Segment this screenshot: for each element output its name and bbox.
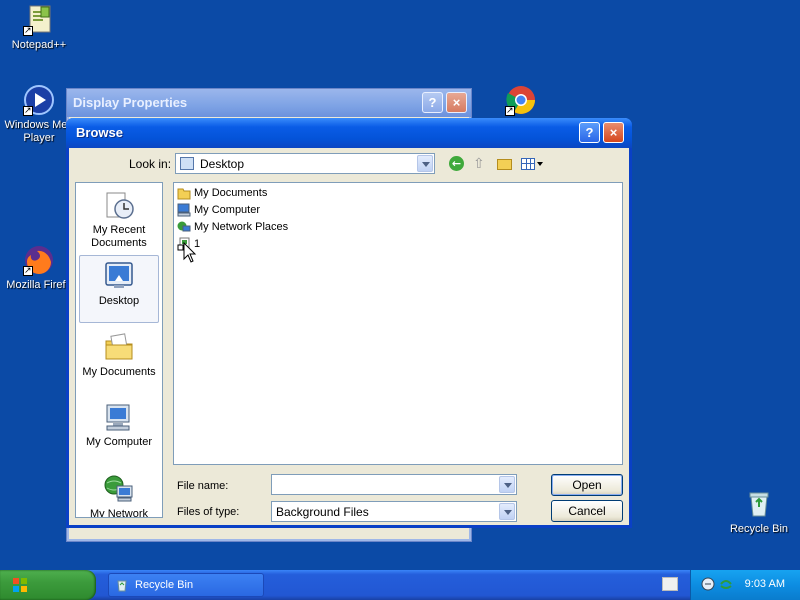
security-icon[interactable] [719, 577, 733, 591]
list-item[interactable]: My Documents [176, 185, 267, 201]
place-label: My Recent [92, 224, 146, 236]
close-button[interactable]: × [603, 122, 624, 143]
places-bar: My Recent Documents Desktop My Documents… [75, 182, 163, 518]
windows-media-player-icon [23, 84, 55, 117]
back-button[interactable]: ← [449, 156, 467, 172]
look-in-dropdown[interactable]: Desktop [175, 153, 435, 174]
my-computer-icon [103, 401, 135, 433]
views-menu-button[interactable] [521, 156, 545, 172]
close-button[interactable]: × [446, 92, 467, 113]
notepadpp-icon [23, 4, 55, 37]
computer-icon [177, 203, 191, 217]
browse-dialog: Browse ? × Look in: Desktop ← ⇧ My Recen… [66, 118, 632, 528]
new-folder-icon [497, 159, 512, 170]
system-tray: 9:03 AM [690, 570, 800, 600]
keyboard-icon[interactable] [662, 577, 678, 591]
desktop-icon-label: Notepad++ [11, 39, 67, 51]
list-item-label: My Network Places [194, 221, 289, 233]
desktop-icon-chrome[interactable] [482, 84, 560, 119]
list-item[interactable]: My Network Places [176, 219, 288, 235]
network-icon [177, 220, 191, 234]
chevron-down-icon[interactable] [499, 476, 515, 493]
look-in-value: Desktop [200, 157, 245, 171]
open-button[interactable]: Open [551, 474, 623, 496]
desktop-small-icon [180, 157, 194, 170]
place-label: Documents [91, 237, 147, 249]
chevron-down-icon[interactable] [417, 155, 433, 172]
taskbar: Recycle Bin 9:03 AM [0, 570, 800, 600]
recycle-bin-icon [743, 488, 775, 520]
window-title: Display Properties [73, 95, 188, 110]
place-label: Desktop [98, 295, 140, 307]
recycle-bin-icon [117, 580, 127, 592]
place-label: My Network [89, 508, 149, 518]
windows-flag-icon [13, 578, 27, 592]
network-status-icon[interactable] [701, 577, 715, 591]
desktop-icon [103, 260, 135, 292]
file-name-field[interactable] [271, 474, 517, 495]
views-icon [521, 158, 535, 170]
clock: 9:03 AM [744, 578, 785, 590]
list-item-label: My Documents [194, 187, 268, 199]
desktop-icon-notepadpp[interactable]: Notepad++ [0, 4, 78, 52]
chrome-icon [505, 84, 537, 117]
place-my-recent-documents[interactable]: My Recent Documents [79, 189, 159, 250]
back-arrow-icon: ← [449, 156, 464, 171]
cancel-button[interactable]: Cancel [551, 500, 623, 522]
list-item[interactable]: My Computer [176, 202, 260, 218]
firefox-icon [23, 244, 55, 277]
help-button[interactable]: ? [579, 122, 600, 143]
look-in-label: Look in: [129, 157, 172, 171]
file-type-dropdown[interactable]: Background Files [271, 501, 517, 522]
file-type-value: Background Files [276, 505, 369, 519]
place-my-network[interactable]: My Network [79, 473, 159, 518]
help-button[interactable]: ? [422, 92, 443, 113]
start-button[interactable] [0, 570, 96, 600]
place-label: My Computer [85, 436, 153, 448]
up-one-level-button[interactable]: ⇧ [473, 156, 491, 172]
file-type-label: Files of type: [177, 506, 240, 518]
desktop-icon-recycle-bin[interactable]: Recycle Bin [720, 488, 798, 536]
file-list[interactable]: My Documents My Computer My Network Plac… [173, 182, 623, 465]
place-label: My Documents [82, 366, 156, 378]
mouse-cursor-icon [183, 242, 197, 263]
taskbar-item-recycle-bin[interactable]: Recycle Bin [108, 573, 264, 597]
chevron-down-icon[interactable] [499, 503, 515, 520]
desktop-icon-label: Recycle Bin [729, 523, 789, 535]
recent-documents-icon [103, 189, 135, 221]
display-properties-titlebar[interactable]: Display Properties ? × [67, 89, 471, 117]
up-folder-icon: ⇧ [473, 156, 485, 172]
folder-icon [177, 186, 191, 200]
new-folder-button[interactable] [497, 156, 515, 172]
dialog-title: Browse [76, 125, 123, 140]
taskbar-item-label: Recycle Bin [135, 579, 194, 591]
file-name-input[interactable] [275, 477, 495, 492]
place-desktop[interactable]: Desktop [79, 255, 159, 323]
browse-titlebar[interactable]: Browse ? × [66, 118, 632, 148]
place-my-documents[interactable]: My Documents [79, 331, 159, 379]
my-network-icon [103, 473, 135, 505]
file-name-label: File name: [177, 480, 229, 492]
list-item-label: My Computer [194, 204, 261, 216]
place-my-computer[interactable]: My Computer [79, 401, 159, 449]
my-documents-icon [103, 331, 135, 363]
chevron-down-icon [537, 162, 543, 166]
